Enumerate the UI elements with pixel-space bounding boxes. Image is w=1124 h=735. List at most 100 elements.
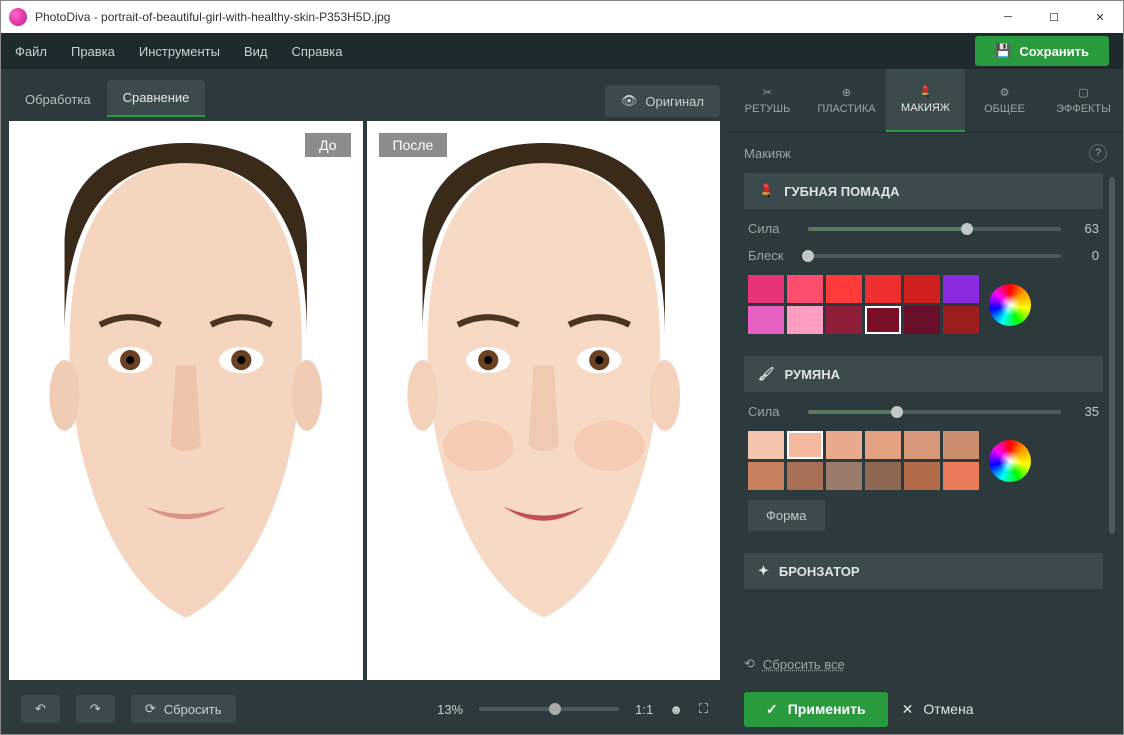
save-button[interactable]: 💾 Сохранить [975, 36, 1109, 66]
view-tabs: Обработка Сравнение 👁 Оригинал [1, 69, 728, 117]
reset-all-link[interactable]: ⟲ Сбросить все [728, 644, 1123, 684]
color-swatch[interactable] [787, 462, 823, 490]
shape-button[interactable]: Форма [748, 500, 825, 531]
effects-icon: ▢ [1078, 86, 1088, 99]
menu-view[interactable]: Вид [244, 44, 268, 59]
menu-file[interactable]: Файл [15, 44, 47, 59]
lipstick-icon: 💄 [758, 183, 774, 199]
title-bar: PhotoDiva - portrait-of-beautiful-girl-w… [1, 1, 1123, 33]
color-swatch[interactable] [904, 306, 940, 334]
bottom-bar: ↶ ↷ ⟳ Сбросить 13% 1:1 ☻ ⛶ [1, 684, 728, 734]
color-swatch[interactable] [943, 462, 979, 490]
minimize-button[interactable]: ─ [985, 1, 1031, 33]
blush-header[interactable]: 🖌 РУМЯНА [744, 356, 1103, 392]
color-swatch[interactable] [943, 275, 979, 303]
tab-makeup[interactable]: 💄МАКИЯЖ [886, 69, 965, 132]
original-label: Оригинал [645, 94, 704, 109]
section-blush: 🖌 РУМЯНА Сила 35 Форма [744, 356, 1103, 539]
lipstick-strength-slider[interactable] [808, 227, 1061, 231]
color-swatch[interactable] [748, 306, 784, 334]
reset-label: Сбросить [164, 702, 222, 717]
window-title: PhotoDiva - portrait-of-beautiful-girl-w… [35, 10, 390, 24]
tab-general[interactable]: ⚙ОБЩЕЕ [965, 69, 1044, 132]
after-badge: После [379, 133, 448, 157]
apply-button[interactable]: ✓ Применить [744, 692, 888, 727]
color-swatch[interactable] [865, 306, 901, 334]
section-bronzer: ✦ БРОНЗАТОР [744, 553, 1103, 589]
zoom-percent: 13% [437, 702, 463, 717]
blush-strength-value: 35 [1073, 404, 1099, 419]
lipstick-header[interactable]: 💄 ГУБНАЯ ПОМАДА [744, 173, 1103, 209]
redo-button[interactable]: ↷ [76, 695, 115, 723]
color-swatch[interactable] [904, 462, 940, 490]
color-swatch[interactable] [826, 275, 862, 303]
menu-edit[interactable]: Правка [71, 44, 115, 59]
color-swatch[interactable] [826, 306, 862, 334]
reset-all-icon: ⟲ [744, 656, 755, 672]
save-icon: 💾 [995, 43, 1011, 59]
lipstick-color-wheel[interactable] [989, 284, 1031, 326]
bronzer-icon: ✦ [758, 563, 769, 579]
color-swatch[interactable] [943, 431, 979, 459]
bronzer-header[interactable]: ✦ БРОНЗАТОР [744, 553, 1103, 589]
color-swatch[interactable] [787, 275, 823, 303]
color-swatch[interactable] [865, 431, 901, 459]
color-swatch[interactable] [748, 431, 784, 459]
tab-sculpt[interactable]: ⊕ПЛАСТИКА [807, 69, 886, 132]
panel-header: Макияж ? [728, 133, 1123, 173]
cancel-icon: ✕ [902, 701, 914, 718]
retouch-icon: ✂ [763, 86, 772, 99]
maximize-button[interactable]: ☐ [1031, 1, 1077, 33]
color-swatch[interactable] [943, 306, 979, 334]
color-swatch[interactable] [865, 462, 901, 490]
fullscreen-icon[interactable]: ⛶ [699, 701, 708, 717]
makeup-icon: 💄 [919, 85, 933, 98]
check-icon: ✓ [766, 701, 778, 718]
face-fit-icon[interactable]: ☻ [669, 702, 683, 717]
lipstick-gloss-value: 0 [1073, 248, 1099, 263]
color-swatch[interactable] [748, 462, 784, 490]
tab-compare[interactable]: Сравнение [107, 80, 206, 117]
color-swatch[interactable] [787, 431, 823, 459]
before-badge: До [305, 133, 350, 157]
general-icon: ⚙ [1000, 86, 1010, 99]
blush-strength-label: Сила [748, 404, 796, 419]
tab-effects[interactable]: ▢ЭФФЕКТЫ [1044, 69, 1123, 132]
color-swatch[interactable] [826, 462, 862, 490]
menu-tools[interactable]: Инструменты [139, 44, 220, 59]
blush-color-wheel[interactable] [989, 440, 1031, 482]
color-swatch[interactable] [865, 275, 901, 303]
lipstick-gloss-slider[interactable] [808, 254, 1061, 258]
reset-button[interactable]: ⟳ Сбросить [131, 695, 236, 723]
menu-bar: Файл Правка Инструменты Вид Справка 💾 Со… [1, 33, 1123, 69]
panel-scrollbar[interactable] [1109, 177, 1115, 534]
zoom-slider[interactable] [479, 707, 619, 711]
action-row: ✓ Применить ✕ Отмена [728, 684, 1123, 734]
help-icon[interactable]: ? [1089, 144, 1107, 162]
blush-strength-slider[interactable] [808, 410, 1061, 414]
close-button[interactable]: ✕ [1077, 1, 1123, 33]
brush-icon: 🖌 [758, 366, 775, 382]
color-swatch[interactable] [826, 431, 862, 459]
after-pane: После [367, 121, 721, 680]
tab-process[interactable]: Обработка [9, 82, 107, 117]
before-pane: До [9, 121, 363, 680]
color-swatch[interactable] [904, 431, 940, 459]
reset-icon: ⟳ [145, 701, 156, 717]
menu-help[interactable]: Справка [291, 44, 342, 59]
compare-view: До После [1, 117, 728, 684]
color-swatch[interactable] [787, 306, 823, 334]
color-swatch[interactable] [904, 275, 940, 303]
tab-retouch[interactable]: ✂РЕТУШЬ [728, 69, 807, 132]
panel-title: Макияж [744, 146, 791, 161]
app-logo-icon [9, 8, 27, 26]
before-image [9, 121, 363, 680]
undo-button[interactable]: ↶ [21, 695, 60, 723]
eye-icon: 👁 [621, 93, 638, 109]
tool-categories: ✂РЕТУШЬ ⊕ПЛАСТИКА 💄МАКИЯЖ ⚙ОБЩЕЕ ▢ЭФФЕКТ… [728, 69, 1123, 133]
cancel-button[interactable]: ✕ Отмена [902, 701, 974, 718]
zoom-ratio[interactable]: 1:1 [635, 702, 653, 717]
color-swatch[interactable] [748, 275, 784, 303]
lipstick-strength-value: 63 [1073, 221, 1099, 236]
original-button[interactable]: 👁 Оригинал [605, 85, 720, 117]
